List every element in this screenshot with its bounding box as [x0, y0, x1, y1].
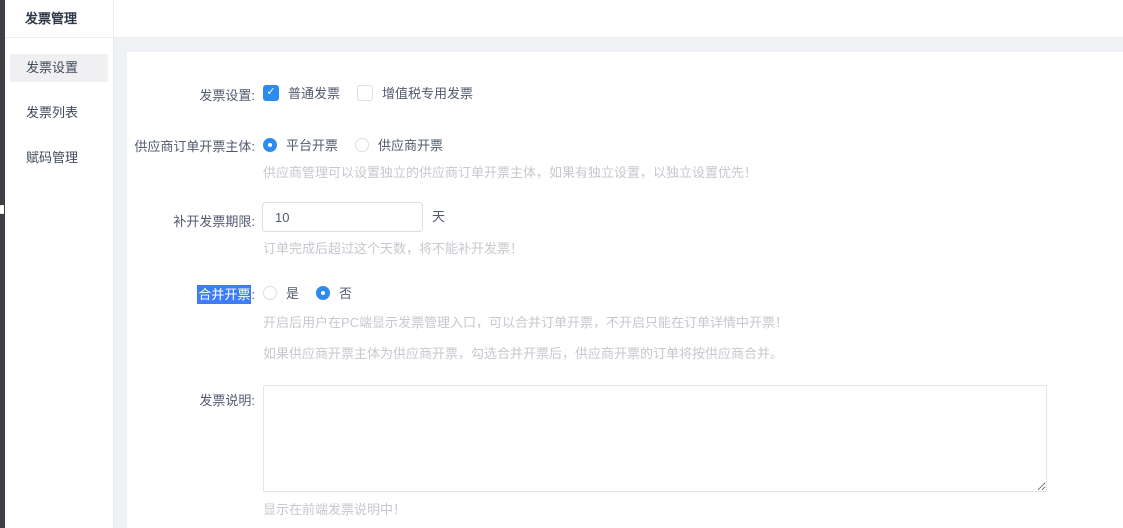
sidebar-title: 发票管理	[5, 0, 113, 38]
merge-invoice-help-2: 如果供应商开票主体为供应商开票，勾选合并开票后，供应商开票的订单将按供应商合并。	[263, 343, 783, 362]
rail-drag-handle[interactable]	[0, 205, 4, 214]
sidebar-item-invoice-list[interactable]: 发票列表	[10, 99, 108, 127]
checkbox-unchecked-icon[interactable]	[357, 85, 373, 101]
reissue-limit-input[interactable]	[262, 202, 423, 232]
radio-platform-invoicing-label: 平台开票	[286, 135, 338, 154]
checkbox-vat-special-invoice[interactable]: 增值税专用发票	[357, 83, 473, 102]
reissue-limit-unit: 天	[432, 202, 445, 232]
radio-supplier-invoicing[interactable]: 供应商开票	[355, 135, 443, 154]
invoice-note-help: 显示在前端发票说明中！	[263, 499, 406, 518]
radio-merge-no-label: 否	[339, 283, 352, 302]
sidebar-item-code-management[interactable]: 赋码管理	[10, 144, 108, 172]
sidebar-item-invoice-settings[interactable]: 发票设置	[10, 54, 108, 82]
checkbox-ordinary-invoice-label: 普通发票	[288, 83, 340, 102]
radio-supplier-invoicing-label: 供应商开票	[378, 135, 443, 154]
reissue-limit-help: 订单完成后超过这个天数，将不能补开发票！	[263, 238, 523, 257]
checkbox-vat-special-invoice-label: 增值税专用发票	[382, 83, 473, 102]
top-header	[5, 0, 1123, 38]
radio-selected-icon[interactable]	[316, 286, 330, 300]
invoice-note-textarea[interactable]	[263, 385, 1047, 492]
radio-merge-yes[interactable]: 是	[263, 283, 299, 302]
sidebar: 发票管理 发票设置 发票列表 赋码管理	[5, 0, 114, 528]
radio-platform-invoicing[interactable]: 平台开票	[263, 135, 338, 154]
merge-invoice-help-1: 开启后用户在PC端显示发票管理入口，可以合并订单开票，不开启只能在订单详情中开票…	[263, 312, 788, 331]
supplier-subject-help: 供应商管理可以设置独立的供应商订单开票主体，如果有独立设置，以独立设置优先！	[263, 162, 757, 181]
radio-unselected-icon[interactable]	[355, 138, 369, 152]
collapsed-nav-rail[interactable]	[0, 0, 5, 528]
checkbox-checked-icon[interactable]	[263, 85, 279, 101]
checkbox-ordinary-invoice[interactable]: 普通发票	[263, 83, 340, 102]
merge-invoice-label-highlighted: 合并开票	[197, 285, 251, 304]
radio-selected-icon[interactable]	[263, 138, 277, 152]
radio-unselected-icon[interactable]	[263, 286, 277, 300]
radio-merge-yes-label: 是	[286, 283, 299, 302]
radio-merge-no[interactable]: 否	[316, 283, 352, 302]
merge-invoice-label-colon: :	[251, 287, 255, 302]
